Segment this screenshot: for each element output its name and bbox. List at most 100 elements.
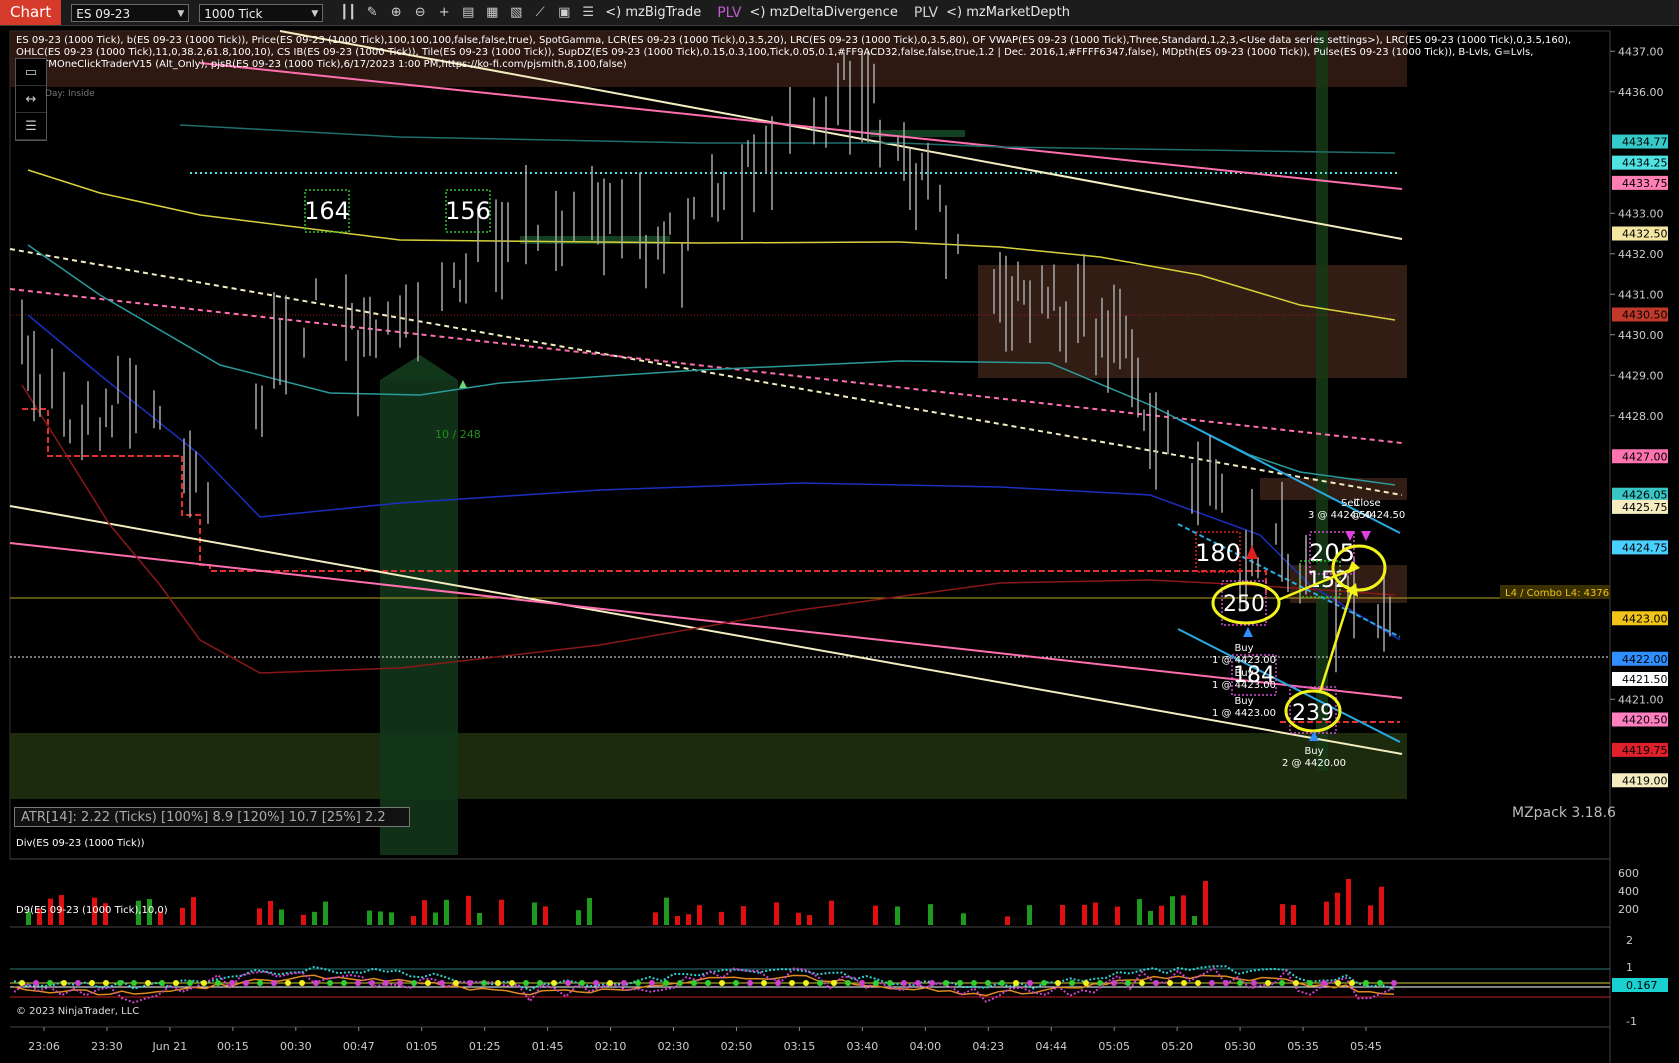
ruler-icon[interactable]: ▭	[16, 59, 46, 86]
div-histogram-bar	[1203, 880, 1208, 925]
d9-signal-dot	[341, 980, 347, 986]
indicator-button-plv-2[interactable]: PLV	[914, 5, 938, 21]
div-axis-label: 400	[1618, 885, 1639, 898]
div-histogram-bar	[697, 905, 702, 925]
d9-signal-dot	[523, 980, 529, 986]
d9-signal-dot	[509, 980, 515, 986]
d9-signal-dot	[565, 980, 571, 986]
instrument-selector[interactable]: ES 09-23 ▼	[71, 3, 190, 22]
div-histogram-bar	[774, 902, 779, 925]
div-histogram-bar	[1027, 905, 1032, 925]
arrows-horizontal-icon[interactable]: ↔	[16, 86, 46, 113]
templates-icon[interactable]: ▣	[555, 4, 573, 22]
price-badge-label: 4434.25	[1622, 157, 1668, 170]
zoom-out-icon[interactable]: ⊖	[411, 4, 429, 22]
time-tick-label: 02:30	[658, 1040, 690, 1053]
d9-signal-dot	[243, 980, 249, 986]
trade-side-label: Close	[1353, 498, 1380, 509]
d9-panel-title: D9(ES 09-23 (1000 Tick),10,0)	[16, 905, 168, 916]
d9-signal-dot	[299, 980, 305, 986]
price-axis[interactable]: 4437.00 4436.00 4433.00 4432.00 4431.00 4430.…	[1610, 45, 1668, 788]
div-histogram-bar	[719, 911, 724, 925]
price-tick-label: 4433.00	[1618, 207, 1664, 220]
d9-signal-dot	[1027, 980, 1033, 986]
div-histogram-bar	[466, 895, 471, 925]
div-histogram-bar	[1148, 910, 1153, 925]
time-tick-label: 02:50	[721, 1040, 753, 1053]
d9-signal-dot	[159, 980, 165, 986]
indicator-button-bigtrade[interactable]: <) mzBigTrade	[605, 5, 701, 20]
d9-signal-dot	[425, 980, 431, 986]
time-tick-label: 00:47	[343, 1040, 375, 1053]
d9-signal-dot	[873, 980, 879, 986]
d9-signal-dot	[271, 980, 277, 986]
time-axis[interactable]: 23:06 23:30 Jun 21 00:15 00:30 00:47 01:05 01:2…	[28, 1027, 1382, 1053]
chart-trader-icon[interactable]: ⟋	[531, 4, 549, 22]
d9-signal-dot	[999, 980, 1005, 986]
d9-signal-dot	[607, 980, 613, 986]
small-green-zone-2	[870, 130, 965, 137]
d9-signal-dot	[327, 980, 333, 986]
mzpack-version: MZpack 3.18.6	[1512, 805, 1616, 821]
pink-trend-line-bottom	[9, 542, 1403, 699]
div-histogram-bar	[378, 911, 383, 925]
trade-side-label: Buy	[1304, 746, 1323, 757]
crosshair-icon[interactable]: +	[435, 4, 453, 22]
price-badge-label: 4424.75	[1622, 541, 1668, 554]
time-tick-label: 01:25	[469, 1040, 501, 1053]
time-tick-label: 04:00	[909, 1040, 941, 1053]
div-histogram-bar	[1181, 895, 1186, 925]
d9-signal-dot	[593, 980, 599, 986]
d9-signal-dot	[117, 980, 123, 986]
div-histogram-bar	[928, 904, 933, 925]
zoom-in-icon[interactable]: ⊕	[387, 4, 405, 22]
d9-signal-dot	[1237, 980, 1243, 986]
strategies-icon[interactable]: ▧	[507, 4, 525, 22]
bar-style-icon[interactable]: ┃┃	[339, 4, 357, 22]
bigtrade-180: 180	[1195, 531, 1241, 573]
lrc-upper-teal	[179, 124, 1396, 154]
d9-signal-dot	[1111, 980, 1117, 986]
indicators-icon[interactable]: ▦	[483, 4, 501, 22]
bigtrade-label: 164	[304, 197, 350, 225]
price-badge-label: 4426.05	[1622, 489, 1668, 502]
price-badge-label: 4419.75	[1622, 744, 1668, 757]
data-box-icon[interactable]: ▤	[459, 4, 477, 22]
div-histogram-bar	[1368, 905, 1373, 925]
indicator-button-delta-divergence[interactable]: <) mzDeltaDivergence	[749, 5, 897, 20]
chart-canvas[interactable]: 10 / 248 164 156 180 205 152 250 184 239	[0, 25, 1679, 1063]
d9-signal-dot	[75, 980, 81, 986]
time-tick-label: 23:06	[28, 1040, 60, 1053]
properties-icon[interactable]: ☰	[579, 4, 597, 22]
div-histogram-bar	[279, 909, 284, 925]
d9-axis-label: 1	[1626, 961, 1633, 974]
d9-signal-dot	[187, 980, 193, 986]
d9-signal-dot	[1349, 980, 1355, 986]
bigtrade-156: 156	[445, 189, 491, 233]
time-tick-label: 05:05	[1098, 1040, 1130, 1053]
div-histogram-bar	[323, 901, 328, 925]
trade-detail-label: @ 4424.50	[1351, 510, 1406, 521]
d9-axis: 2 1 -1 0.167	[1612, 934, 1668, 1028]
d9-signal-dot	[649, 980, 655, 986]
bigtrade-label: 205	[1309, 539, 1355, 567]
div-histogram-bar	[576, 910, 581, 925]
div-histogram-bar	[1192, 915, 1197, 925]
time-tick-label: 01:45	[532, 1040, 564, 1053]
menu-icon[interactable]: ☰	[16, 113, 46, 140]
chevron-down-icon: ▼	[311, 8, 319, 19]
indicator-button-market-depth[interactable]: <) mzMarketDepth	[946, 5, 1070, 20]
d9-signal-dot	[789, 980, 795, 986]
indicator-button-plv[interactable]: PLV	[717, 5, 741, 21]
div-histogram-bar	[499, 899, 504, 925]
price-badge-label: 4423.00	[1622, 612, 1668, 625]
draw-icon[interactable]: ✎	[363, 4, 381, 22]
d9-signal-dot	[131, 980, 137, 986]
buy-arrow-up-icon	[1243, 627, 1253, 637]
interval-selector[interactable]: 1000 Tick ▼	[199, 3, 324, 22]
bigtrade-164: 164	[304, 189, 350, 233]
d9-signal-dot	[145, 980, 151, 986]
chart-tab[interactable]: Chart	[0, 0, 62, 25]
bigtrade-label: 239	[1292, 701, 1334, 726]
time-tick-label: 02:10	[595, 1040, 627, 1053]
